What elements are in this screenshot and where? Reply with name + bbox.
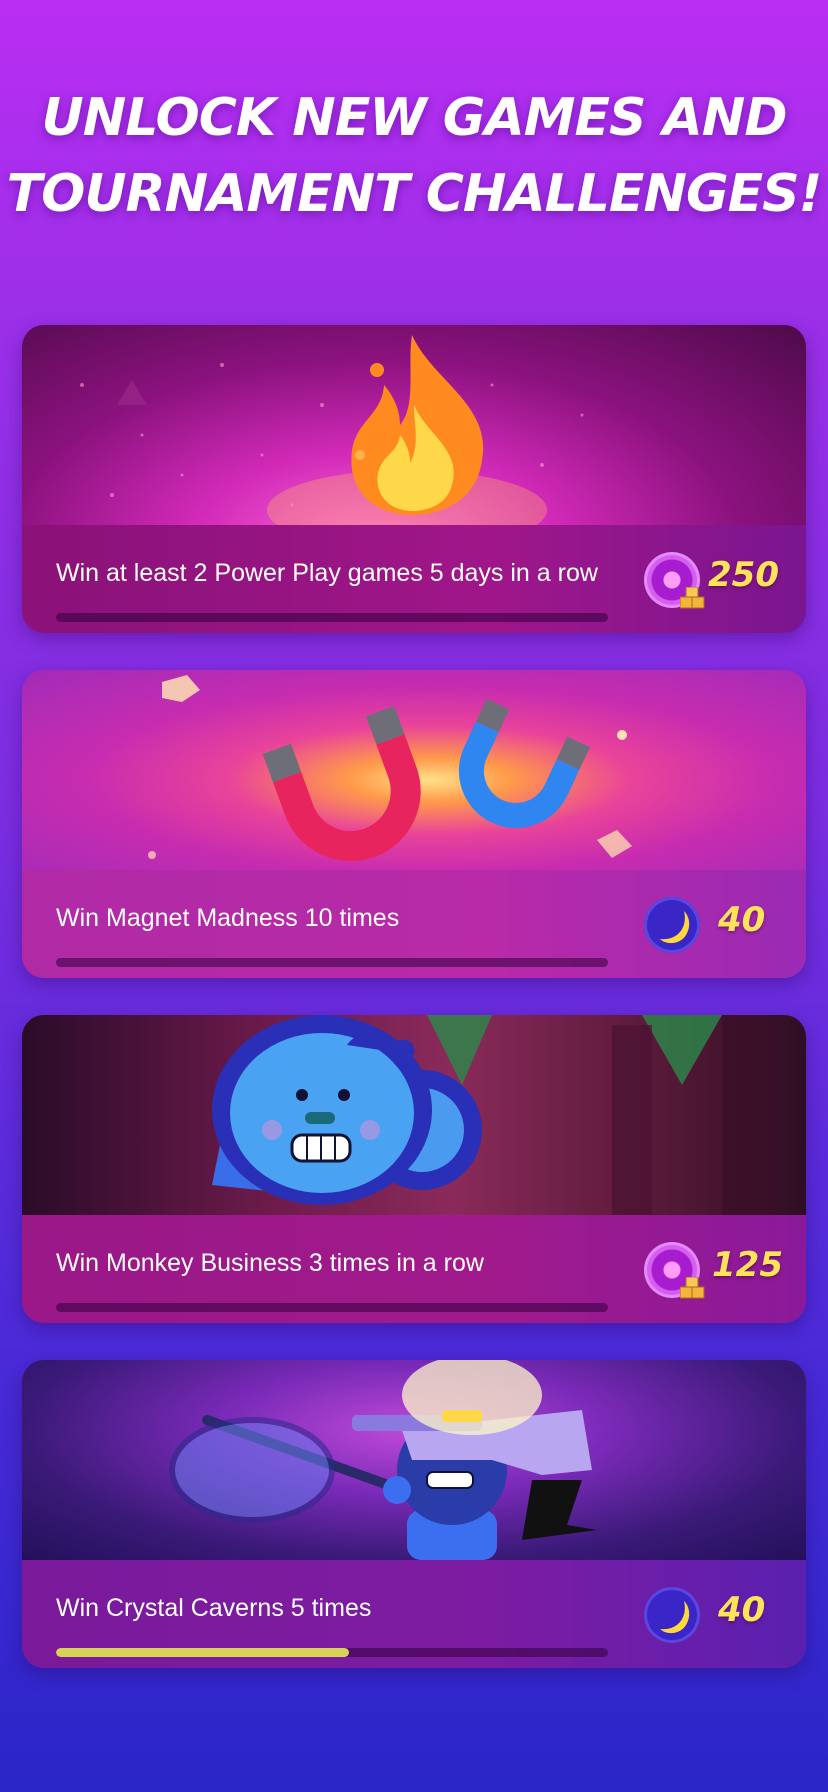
challenge-card-monkey-business[interactable]: Win Monkey Business 3 times in a row 125 [22,1015,806,1323]
challenge-info-bar: Win Crystal Caverns 5 times 40 [22,1560,806,1668]
coin-bricks-icon [680,587,705,609]
moon-icon [644,897,700,953]
moon-icon [644,1587,700,1643]
headline-line-2: TOURNAMENT CHALLENGES! [6,164,823,224]
challenge-label: Win Crystal Caverns 5 times [56,1594,372,1622]
challenge-label: Win Magnet Madness 10 times [56,904,400,932]
challenge-card-crystal-caverns[interactable]: Win Crystal Caverns 5 times 40 [22,1360,806,1668]
reward-amount: 250 [708,555,779,595]
challenge-art-monkey [22,1015,806,1215]
progress-track [56,613,608,622]
promo-headline: UNLOCK NEW GAMES AND TOURNAMENT CHALLENG… [0,80,828,232]
challenge-label: Win Monkey Business 3 times in a row [56,1249,484,1277]
challenge-art-flame [22,325,806,525]
reward-amount: 125 [712,1245,783,1285]
challenge-art-miner [22,1360,806,1560]
progress-track [56,1648,608,1657]
reward-amount: 40 [718,900,766,940]
challenge-art-magnets [22,670,806,870]
challenge-card-magnet-madness[interactable]: Win Magnet Madness 10 times 40 [22,670,806,978]
coin-bricks-icon [680,1277,705,1299]
progress-track [56,958,608,967]
challenge-card-power-play[interactable]: Win at least 2 Power Play games 5 days i… [22,325,806,633]
progress-track [56,1303,608,1312]
progress-fill [56,1648,349,1657]
challenge-info-bar: Win at least 2 Power Play games 5 days i… [22,525,806,633]
challenge-info-bar: Win Monkey Business 3 times in a row 125 [22,1215,806,1323]
reward-amount: 40 [718,1590,766,1630]
headline-line-1: UNLOCK NEW GAMES AND [41,88,788,148]
challenge-info-bar: Win Magnet Madness 10 times 40 [22,870,806,978]
challenge-label: Win at least 2 Power Play games 5 days i… [56,559,598,587]
